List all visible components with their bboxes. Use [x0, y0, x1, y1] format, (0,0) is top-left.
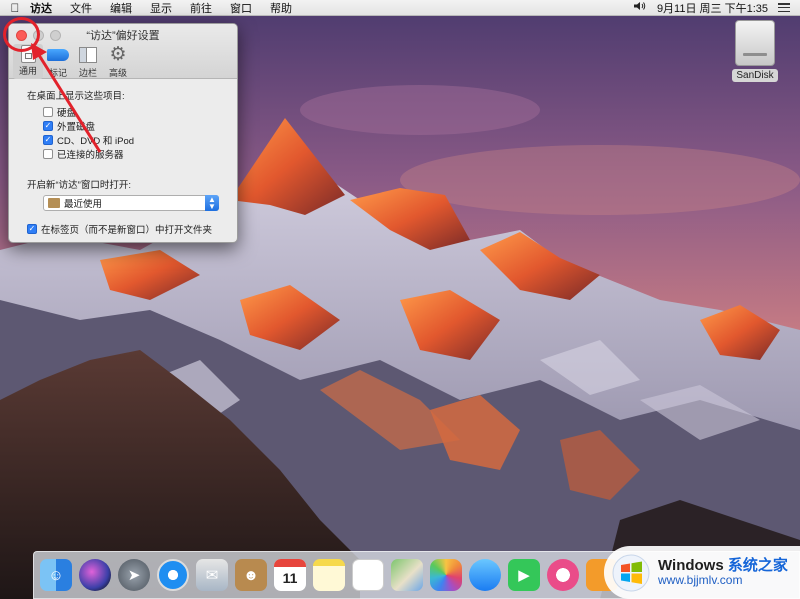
menubar-clock[interactable]: 9月11日 周三 下午1:35 [657, 0, 768, 16]
messages-icon[interactable] [469, 559, 501, 591]
calendar-header [274, 559, 306, 567]
facetime-icon[interactable]: ▶ [508, 559, 540, 591]
watermark-text: Windows 系统之家 www.bjjmlv.com [658, 557, 788, 588]
menu-window[interactable]: 窗口 [230, 0, 252, 16]
watermark-url: www.bjjmlv.com [658, 573, 743, 588]
menu-help[interactable]: 帮助 [270, 0, 292, 16]
watermark-title-main: Windows [658, 556, 724, 574]
calendar-day: 11 [282, 570, 298, 586]
watermark: Windows 系统之家 www.bjjmlv.com [604, 546, 800, 599]
chevron-updown-icon: ▲ ▼ [205, 195, 219, 211]
contacts-icon[interactable]: ☻ [235, 559, 267, 591]
checkbox-open-in-tabs[interactable]: ✓ [27, 224, 37, 234]
watermark-title-accent: 系统之家 [727, 556, 788, 574]
finder-icon[interactable]: ☺ [40, 559, 72, 591]
windows-logo-icon [612, 554, 650, 591]
volume-icon[interactable] [633, 1, 647, 14]
compass-icon[interactable] [157, 559, 189, 591]
list-icon[interactable] [778, 3, 790, 12]
map-icon[interactable] [391, 559, 423, 591]
photos-icon[interactable] [430, 559, 462, 591]
music-icon[interactable]: ♫ [547, 559, 579, 591]
reminders-icon[interactable] [352, 559, 384, 591]
option-open-in-tabs-label: 在标签页（而不是新窗口）中打开文件夹 [41, 225, 213, 236]
desktop-drive-sandisk[interactable]: SanDisk [727, 18, 783, 82]
rocket-icon[interactable]: ➤ [118, 559, 150, 591]
option-open-in-tabs[interactable]: ✓ 在标签页（而不是新窗口）中打开文件夹 [27, 222, 237, 236]
notes-icon[interactable] [313, 559, 345, 591]
desktop-drive-label: SanDisk [732, 69, 778, 82]
calendar-icon[interactable]: 11 [274, 559, 306, 591]
stamp-icon[interactable]: ✉ [196, 559, 228, 591]
watermark-title: Windows 系统之家 [658, 557, 788, 574]
siri-icon[interactable] [79, 559, 111, 591]
status-area: 9月11日 周三 下午1:35 [633, 0, 800, 16]
annotation-arrow [31, 43, 102, 153]
external-drive-icon [735, 20, 775, 66]
